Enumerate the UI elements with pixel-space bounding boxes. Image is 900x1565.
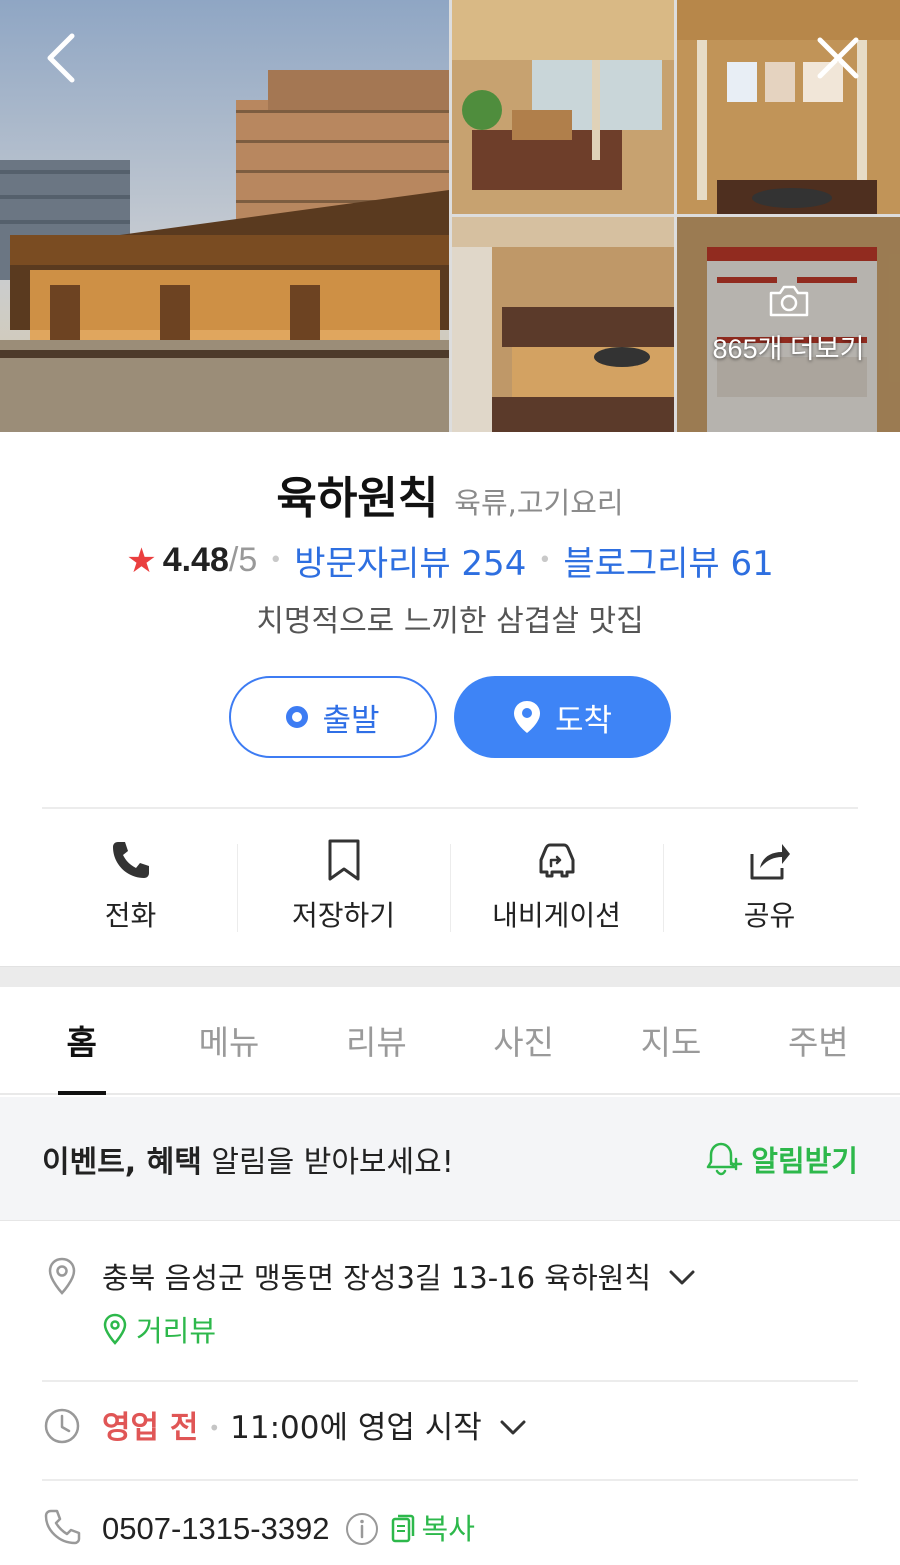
depart-label: 출발 — [322, 702, 380, 739]
event-notice-banner: 이벤트, 혜택 알림을 받아보세요! 알림받기 — [0, 1097, 900, 1221]
more-photos-label: 865개 더보기 — [712, 334, 865, 364]
notice-strong-text: 이벤트, 혜택 — [42, 1144, 202, 1180]
hours-line: 영업 전 • 11:00에 영업 시작 — [102, 1406, 526, 1450]
photo-interior-1[interactable] — [452, 0, 674, 214]
hours-detail: 11:00에 영업 시작 — [230, 1410, 482, 1446]
visitor-reviews-link[interactable]: 방문자리뷰 254 — [294, 536, 526, 585]
subscribe-alerts-button[interactable]: 알림받기 — [705, 1138, 858, 1180]
street-view-pin-icon — [103, 1313, 127, 1345]
back-button[interactable] — [38, 30, 88, 86]
save-label: 저장하기 — [291, 899, 396, 932]
rating-row: ★ 4.48 /5 • 방문자리뷰 254 • 블로그리뷰 61 — [0, 536, 900, 585]
arrive-button[interactable]: 도착 — [454, 676, 671, 758]
tab-bar: 홈 메뉴 리뷰 사진 지도 주변 — [0, 987, 900, 1095]
phone-line: 0507-1315-3392 복사 — [102, 1507, 475, 1551]
photo-interior-2[interactable] — [677, 0, 900, 214]
place-tagline: 치명적으로 느끼한 삼겹살 맛집 — [256, 604, 644, 639]
camera-icon — [769, 285, 808, 317]
address-text: 충북 음성군 맹동면 장성3길 13-16 육하원칙 — [102, 1261, 652, 1295]
separator-dot: • — [208, 1416, 221, 1440]
car-navigation-icon — [539, 843, 574, 878]
divider — [42, 1380, 858, 1382]
phone-section: 0507-1315-3392 복사 — [42, 1507, 858, 1551]
phone-outline-icon — [44, 1509, 81, 1545]
place-title-row: 육하원칙 육류,고기요리 — [0, 462, 900, 526]
bell-plus-icon — [707, 1142, 743, 1175]
rating-max: /5 — [228, 541, 258, 579]
hours-status: 영업 전 — [102, 1410, 199, 1446]
separator-dot: • — [269, 548, 283, 573]
back-arrow-icon — [47, 33, 75, 83]
bookmark-icon — [328, 839, 359, 881]
tab-reviews[interactable]: 리뷰 — [303, 987, 450, 1093]
address-line[interactable]: 충북 음성군 맹동면 장성3길 13-16 육하원칙 — [102, 1256, 695, 1300]
photo-gallery: 865개 더보기 — [0, 0, 900, 432]
navigation-button[interactable]: 내비게이션 — [450, 810, 663, 966]
save-button[interactable]: 저장하기 — [237, 810, 450, 966]
chevron-down-icon — [500, 1420, 526, 1435]
tab-map[interactable]: 지도 — [597, 987, 744, 1093]
phone-icon — [112, 842, 149, 878]
depart-button[interactable]: 출발 — [229, 676, 437, 758]
copy-icon — [391, 1514, 414, 1543]
map-pin-icon — [513, 701, 540, 733]
star-icon: ★ — [126, 540, 157, 581]
clock-icon — [44, 1408, 80, 1444]
notice-text: 이벤트, 혜택 알림을 받아보세요! — [42, 1137, 454, 1181]
origin-dot-icon — [286, 706, 309, 728]
subscribe-alerts-label: 알림받기 — [751, 1143, 858, 1178]
tab-menu[interactable]: 메뉴 — [155, 987, 302, 1093]
share-icon — [750, 844, 790, 880]
section-gap — [0, 966, 900, 987]
separator-dot: • — [538, 548, 552, 573]
location-pin-icon — [48, 1257, 76, 1295]
action-bar: 전화 저장하기 내비게이션 공유 — [24, 810, 876, 966]
divider — [42, 1479, 858, 1481]
hours-row[interactable]: 영업 전 • 11:00에 영업 시작 — [42, 1406, 858, 1450]
copy-phone-button[interactable]: 복사 — [390, 1507, 475, 1551]
street-view-label: 거리뷰 — [136, 1314, 217, 1348]
divider — [42, 807, 858, 809]
tab-nearby[interactable]: 주변 — [745, 987, 892, 1093]
photo-interior-3[interactable] — [452, 217, 674, 432]
arrive-label: 도착 — [554, 702, 613, 739]
close-button[interactable] — [812, 32, 864, 84]
phone-number[interactable]: 0507-1315-3392 — [102, 1507, 330, 1551]
info-icon[interactable] — [344, 1511, 380, 1547]
place-category: 육류,고기요리 — [454, 486, 624, 520]
rating-score: 4.48 — [162, 541, 229, 579]
navigation-label: 내비게이션 — [492, 899, 621, 932]
tab-home[interactable]: 홈 — [8, 987, 155, 1093]
street-view-link[interactable]: 거리뷰 — [102, 1308, 695, 1350]
call-label: 전화 — [104, 899, 157, 932]
share-button[interactable]: 공유 — [663, 810, 876, 966]
share-label: 공유 — [743, 899, 796, 932]
phone-row: 0507-1315-3392 복사 — [42, 1507, 858, 1551]
address-content: 충북 음성군 맹동면 장성3길 13-16 육하원칙 거리뷰 — [102, 1256, 695, 1350]
close-icon — [817, 37, 859, 79]
more-photos-button[interactable]: 865개 더보기 — [677, 217, 900, 432]
place-name: 육하원칙 — [276, 473, 439, 524]
address-section: 충북 음성군 맹동면 장성3길 13-16 육하원칙 거리뷰 — [42, 1256, 858, 1350]
tab-photos[interactable]: 사진 — [450, 987, 597, 1093]
copy-label: 복사 — [421, 1512, 475, 1546]
call-button[interactable]: 전화 — [24, 810, 237, 966]
chevron-down-icon — [669, 1270, 695, 1285]
hours-section: 영업 전 • 11:00에 영업 시작 — [42, 1406, 858, 1450]
address-row: 충북 음성군 맹동면 장성3길 13-16 육하원칙 거리뷰 — [42, 1256, 858, 1350]
blog-reviews-link[interactable]: 블로그리뷰 61 — [563, 536, 773, 585]
notice-rest-text: 알림을 받아보세요! — [201, 1144, 454, 1180]
